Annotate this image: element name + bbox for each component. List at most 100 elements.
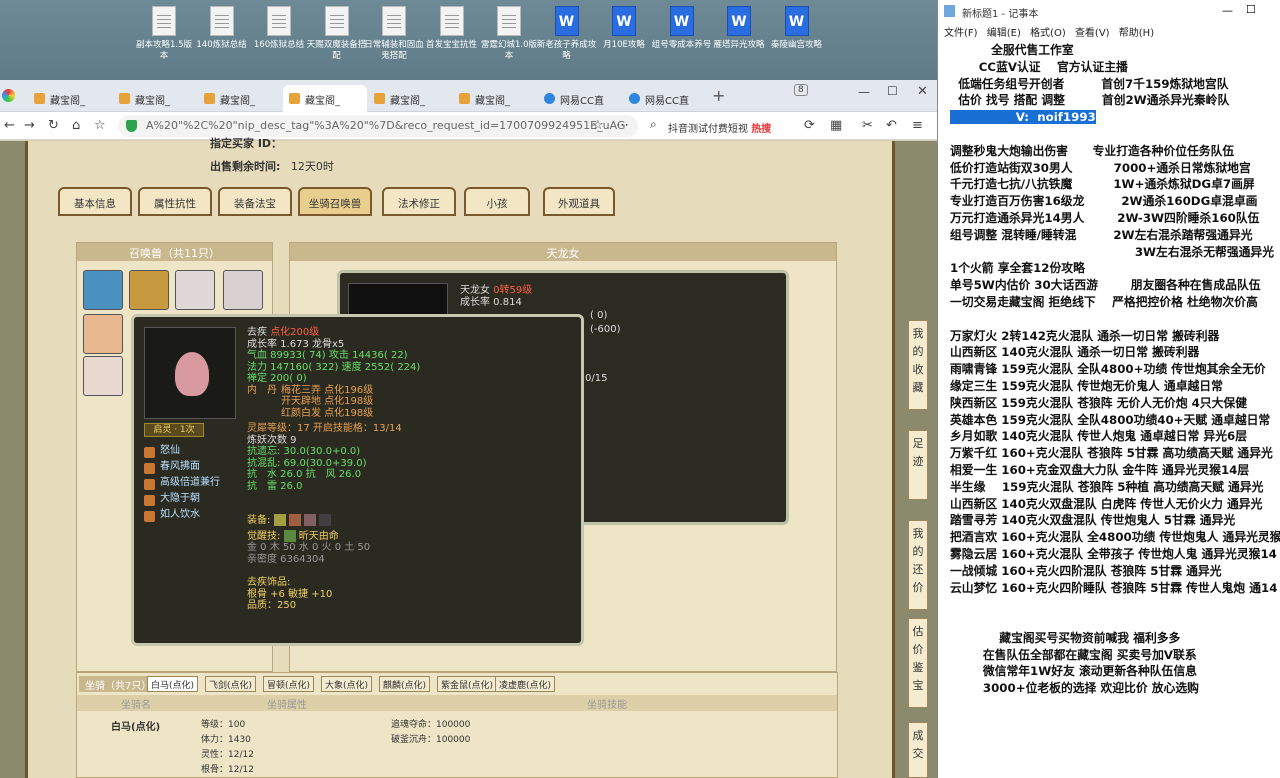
neidan-item: 红颜白发 点化198级: [281, 407, 374, 419]
mount-tab[interactable]: 大象(点化): [321, 676, 373, 692]
notepad-line-text: 藏宝阁买号买物资前喊我 福利多多: [950, 630, 1181, 645]
notepad-menu: 文件(F) 编辑(E) 格式(O) 查看(V) 帮助(H): [938, 22, 1280, 40]
desktop-icon[interactable]: 天赐双魔装备搭配: [307, 6, 367, 62]
np-minimize-button[interactable]: —: [1222, 4, 1233, 17]
desktop-icon[interactable]: 日常辅装和固血鬼搭配: [364, 6, 424, 62]
side-button[interactable]: 我的还价: [908, 520, 928, 610]
game-tab[interactable]: 法术修正: [382, 187, 456, 216]
sync-icon[interactable]: ⟳: [804, 118, 815, 133]
document-icon: [439, 6, 464, 36]
tab-count-badge[interactable]: 8: [794, 84, 808, 96]
desktop-icon[interactable]: 140炼狱总结: [192, 6, 252, 51]
shield-icon: [126, 120, 137, 132]
maximize-button[interactable]: ☐: [887, 84, 898, 98]
pet-slot[interactable]: [83, 314, 123, 354]
close-button[interactable]: ✕: [917, 84, 928, 99]
word-file-icon: W: [612, 6, 636, 36]
notepad-line: 组号调整 混转睡/睡转混 2W左右混杀踏帮强通异光: [950, 227, 1280, 244]
pet-slot[interactable]: [129, 270, 169, 310]
skill-item[interactable]: 高级倍道兼行: [144, 477, 244, 493]
game-tab[interactable]: 坐骑召唤兽: [298, 187, 372, 216]
desktop-icon[interactable]: 160炼狱总结: [249, 6, 309, 51]
skill-item[interactable]: 大隐于朝: [144, 493, 244, 509]
grid-icon[interactable]: ▦: [830, 118, 842, 133]
browser-tab[interactable]: 藏宝阁_: [453, 85, 537, 112]
pet-slot[interactable]: [83, 270, 123, 310]
browser-tab[interactable]: 网易CC直: [623, 85, 707, 112]
cut-icon[interactable]: ✂: [862, 118, 873, 133]
skill-list: 怒仙 春风拂面 高级倍道兼行 大隐于朝 如人饮水: [144, 445, 244, 525]
equip-icon[interactable]: [303, 514, 316, 526]
np-maximize-button[interactable]: ☐: [1246, 3, 1256, 16]
back-icon[interactable]: ←: [4, 118, 15, 133]
notepad-menu-item[interactable]: 编辑(E): [987, 28, 1021, 39]
reload-icon[interactable]: ↻: [48, 118, 59, 133]
game-tab[interactable]: 基本信息: [58, 187, 132, 216]
mount-tab[interactable]: 紫金鼠(点化): [437, 676, 498, 692]
desktop-icon[interactable]: 雷霆幻城1.0版本: [479, 6, 539, 62]
bg-pet-tag: 0转59级: [493, 285, 533, 296]
mount-tab-label[interactable]: 坐骑（共7只）: [79, 676, 158, 692]
more-icon[interactable]: ⋯: [616, 118, 629, 133]
pet-slot[interactable]: [83, 356, 123, 396]
side-button[interactable]: 估价鉴宝: [908, 618, 928, 708]
pet-slot[interactable]: [223, 270, 263, 310]
url-input[interactable]: A%20"%2C%20"nip_desc_tag"%3A%20"%7D&reco…: [118, 115, 638, 137]
mount-tab[interactable]: 飞剑(点化): [205, 676, 257, 692]
notepad-menu-item[interactable]: 文件(F): [944, 28, 978, 39]
mount-tab[interactable]: 冒顿(点化): [263, 676, 315, 692]
notepad-menu-item[interactable]: 帮助(H): [1119, 28, 1154, 39]
notepad-menu-item[interactable]: 格式(O): [1030, 28, 1066, 39]
forward-icon[interactable]: →: [24, 118, 35, 133]
equip-icon[interactable]: [288, 514, 301, 526]
game-tab[interactable]: 小孩: [464, 187, 530, 216]
desktop-icon[interactable]: W 组号零成本养号: [652, 6, 712, 51]
browser-tab[interactable]: 网易CC直: [538, 85, 622, 112]
notepad-menu-item[interactable]: 查看(V): [1075, 28, 1110, 39]
browser-tab[interactable]: 藏宝阁_: [113, 85, 197, 112]
home-icon[interactable]: ⌂: [72, 118, 80, 133]
side-button[interactable]: 足迹: [908, 430, 928, 500]
notepad-line-text: CC蓝V认证 官方认证主播: [950, 59, 1128, 74]
minimize-button[interactable]: —: [858, 85, 870, 99]
browser-tab[interactable]: 藏宝阁_: [198, 85, 282, 112]
browser-tab[interactable]: 藏宝阁_: [368, 85, 452, 112]
menu-icon[interactable]: ≡: [912, 118, 923, 133]
side-button[interactable]: 我的收藏: [908, 320, 928, 410]
browser-tab[interactable]: 藏宝阁_: [28, 85, 112, 112]
desktop-icon[interactable]: W 新老孩子养成攻略: [537, 6, 597, 62]
mount-tab[interactable]: 白马(点化): [147, 676, 199, 692]
skill-item[interactable]: 春风拂面: [144, 461, 244, 477]
bookmark-star-icon[interactable]: ☆: [94, 118, 106, 133]
skill-item[interactable]: 怒仙: [144, 445, 244, 461]
word-file-icon: W: [784, 6, 809, 36]
game-tab[interactable]: 外观道具: [543, 187, 615, 216]
desktop-icon[interactable]: W 秦陵幽宫攻略: [767, 6, 827, 51]
desktop-icon[interactable]: 首发宝宝抗性: [422, 6, 482, 51]
notepad-text[interactable]: 全服代售工作室 CC蓝V认证 官方认证主播 低端任务组号开创者 首创7千159炼…: [938, 42, 1280, 778]
equip-icon[interactable]: [273, 514, 286, 526]
search-box[interactable]: ⌕ 抖音测试付费短视 热搜: [648, 116, 798, 136]
notepad-line: 陕西新区 159克火混队 苍狼阵 无价人无价炮 4只大保健: [950, 395, 1280, 412]
bg-pet-name: 天龙女: [460, 285, 490, 296]
resist-item: 抗 水 26.0 抗 风 26.0: [247, 469, 362, 480]
mount-tab[interactable]: 凌虚鹿(点化): [495, 676, 556, 692]
undo-icon[interactable]: ↶: [886, 118, 897, 133]
browser-tab[interactable]: 藏宝阁_: [283, 85, 367, 112]
side-button[interactable]: 成交: [908, 722, 928, 778]
desktop-icon[interactable]: 副本攻略1.5版本: [134, 6, 194, 62]
time-left-row: 出售剩余时间: 12天0时: [210, 158, 334, 174]
desktop-icon[interactable]: W 雁塔异光攻略: [709, 6, 769, 51]
equip-icon[interactable]: [319, 514, 332, 526]
favorite-star-icon[interactable]: ☆: [592, 118, 604, 133]
game-tab[interactable]: 装备法宝: [218, 187, 292, 216]
notepad-line: 万元打造通杀异光14男人 2W-3W四阶睡杀160队伍: [950, 210, 1280, 227]
mount-tab[interactable]: 麒麟(点化): [379, 676, 431, 692]
time-left-label: 出售剩余时间:: [210, 160, 281, 173]
skill-item[interactable]: 如人饮水: [144, 509, 244, 525]
new-tab-button[interactable]: +: [712, 86, 725, 105]
pet-slot[interactable]: [175, 270, 215, 310]
notepad-line: 3000+位老板的选择 欢迎比价 放心选购: [950, 680, 1280, 697]
desktop-icon[interactable]: W 月10E攻略: [594, 6, 654, 51]
game-tab[interactable]: 属性抗性: [138, 187, 212, 216]
